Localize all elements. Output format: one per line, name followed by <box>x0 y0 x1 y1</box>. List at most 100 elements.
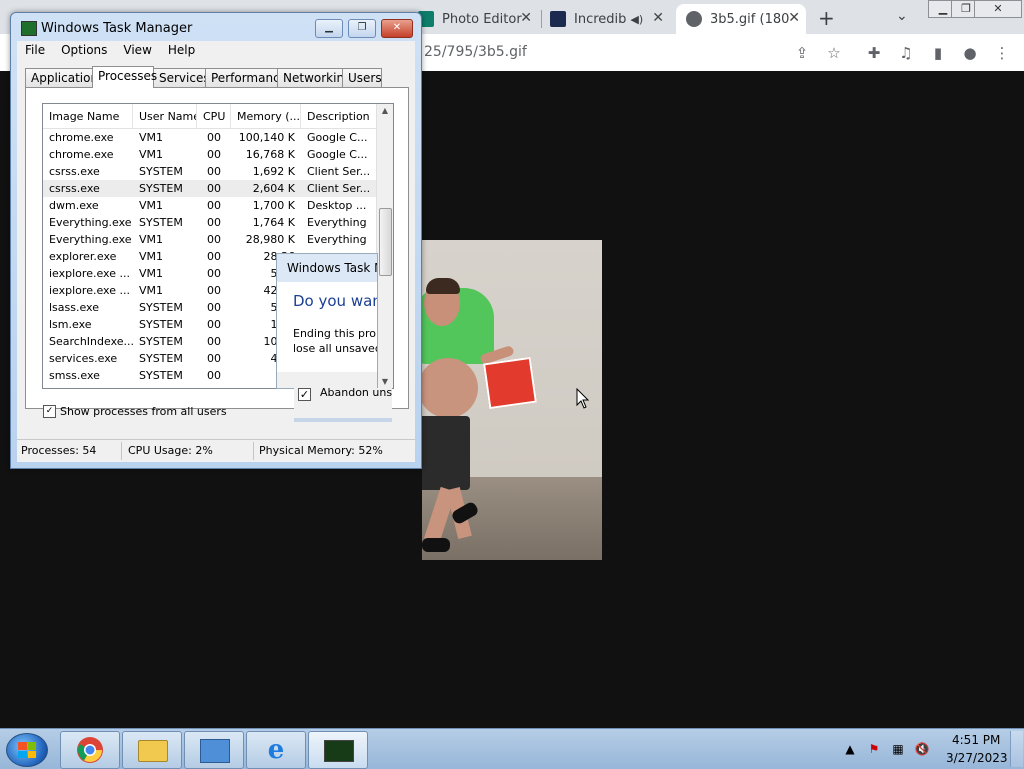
table-row[interactable]: Everything.exe VM1 00 28,980 K Everything <box>43 231 377 248</box>
extensions-puzzle-icon[interactable]: ✚ <box>864 43 884 63</box>
image-name-cell: Everything.exe <box>49 216 132 229</box>
user-name-cell: SYSTEM <box>139 335 183 348</box>
profile-avatar-icon[interactable]: ● <box>960 43 980 63</box>
tab-3b5-gif[interactable]: 3b5.gif (180 ✕ <box>676 4 806 34</box>
description-cell: Everything <box>307 233 367 246</box>
table-row[interactable]: chrome.exe VM1 00 16,768 K Google C... <box>43 146 377 163</box>
column-user-name[interactable]: User Name <box>133 104 197 128</box>
vertical-scrollbar[interactable]: ▲ ▼ <box>376 104 393 388</box>
dialog-title: Windows Task M <box>277 254 377 282</box>
user-name-cell: VM1 <box>139 148 164 161</box>
abandon-unsaved-checkbox[interactable]: ✓ Abandon unsa <box>294 388 392 422</box>
tab-processes[interactable]: Processes <box>92 66 157 88</box>
status-bar: Processes: 54 CPU Usage: 2% Physical Mem… <box>17 439 415 462</box>
cpu-cell: 00 <box>207 335 221 348</box>
description-cell: Client Ser... <box>307 182 371 195</box>
menu-bar: File Options View Help <box>17 41 415 61</box>
show-all-users-label: Show processes from all users <box>60 405 227 418</box>
user-name-cell: SYSTEM <box>139 352 183 365</box>
speaker-icon[interactable]: ◀) <box>630 13 643 26</box>
table-row[interactable]: chrome.exe VM1 00 100,140 K Google C... <box>43 129 377 146</box>
cpu-cell: 00 <box>207 131 221 144</box>
cpu-cell: 00 <box>207 216 221 229</box>
share-icon[interactable]: ⇪ <box>792 43 812 63</box>
control-panel-icon <box>200 739 230 763</box>
menu-options[interactable]: Options <box>53 41 115 61</box>
menu-view[interactable]: View <box>115 41 159 61</box>
scroll-up-arrow-icon[interactable]: ▲ <box>377 106 393 115</box>
image-name-cell: lsass.exe <box>49 301 99 314</box>
chrome-menu-icon[interactable]: ⋮ <box>992 43 1012 63</box>
scroll-down-arrow-icon[interactable]: ▼ <box>377 377 393 386</box>
tab-services[interactable]: Services <box>153 68 210 87</box>
taskbar-control-panel-button[interactable] <box>184 731 244 769</box>
tab-photo-editor[interactable]: Photo Editor ✕ <box>418 4 538 34</box>
folder-icon <box>138 740 168 762</box>
user-name-cell: VM1 <box>139 284 164 297</box>
table-row[interactable]: csrss.exe SYSTEM 00 1,692 K Client Ser... <box>43 163 377 180</box>
side-panel-icon[interactable]: ▮ <box>928 43 948 63</box>
network-icon[interactable]: ▦ <box>890 741 906 757</box>
address-bar-url[interactable]: 25/795/3b5.gif <box>424 44 527 60</box>
checkbox-checked-icon[interactable]: ✓ <box>43 405 56 418</box>
column-description[interactable]: Description <box>301 104 377 128</box>
close-tab-icon[interactable]: ✕ <box>652 10 664 26</box>
checkbox-checked-icon[interactable]: ✓ <box>298 388 311 401</box>
tab-search-button[interactable]: ⌄ <box>896 8 908 24</box>
taskbar-chrome-button[interactable] <box>60 731 120 769</box>
tab-separator <box>541 10 542 28</box>
cpu-cell: 00 <box>207 284 221 297</box>
show-all-users-checkbox[interactable]: ✓ Show processes from all users <box>43 405 227 418</box>
taskbar-task-manager-button[interactable] <box>308 731 368 769</box>
column-image-name[interactable]: Image Name <box>43 104 133 128</box>
end-process-dialog: Windows Task M Do you wan Ending this pr… <box>276 253 378 389</box>
column-memory[interactable]: Memory (... <box>231 104 301 128</box>
memory-cell: 100,140 K <box>238 131 295 144</box>
show-desktop-button[interactable] <box>1010 731 1023 767</box>
user-name-cell: SYSTEM <box>139 318 183 331</box>
memory-cell: 1,692 K <box>252 165 295 178</box>
media-control-icon[interactable]: ♫ <box>896 43 916 63</box>
column-cpu[interactable]: CPU <box>197 104 231 128</box>
tab-incredibox[interactable]: Incredib ◀) ✕ <box>550 4 670 34</box>
tab-performance[interactable]: Performance <box>205 68 287 87</box>
status-physical-memory: Physical Memory: 52% <box>259 444 383 457</box>
dialog-message-line1: Ending this pro <box>293 327 376 340</box>
clock-time[interactable]: 4:51 PM <box>952 733 1000 747</box>
close-tab-icon[interactable]: ✕ <box>520 10 532 26</box>
tab-users[interactable]: Users <box>342 68 382 87</box>
scroll-thumb[interactable] <box>379 208 392 276</box>
user-name-cell: SYSTEM <box>139 165 183 178</box>
minimize-button[interactable]: ▁ <box>315 19 343 38</box>
cpu-cell: 00 <box>207 301 221 314</box>
taskbar-file-explorer-button[interactable] <box>122 731 182 769</box>
start-button[interactable] <box>6 733 48 767</box>
tab-applications[interactable]: Applications <box>25 68 104 87</box>
new-tab-button[interactable]: + <box>818 6 835 30</box>
table-row[interactable]: Everything.exe SYSTEM 00 1,764 K Everything <box>43 214 377 231</box>
show-hidden-icons-arrow-icon[interactable]: ▲ <box>842 741 858 757</box>
status-cpu-usage: CPU Usage: 2% <box>128 444 213 457</box>
maximize-button[interactable]: ❐ <box>348 19 376 38</box>
image-name-cell: Everything.exe <box>49 233 132 246</box>
table-row[interactable]: dwm.exe VM1 00 1,700 K Desktop ... <box>43 197 377 214</box>
user-name-cell: SYSTEM <box>139 216 183 229</box>
image-name-cell: chrome.exe <box>49 131 114 144</box>
menu-help[interactable]: Help <box>160 41 203 61</box>
description-cell: Google C... <box>307 148 368 161</box>
table-row-selected[interactable]: csrss.exe SYSTEM 00 2,604 K Client Ser... <box>43 180 377 197</box>
tab-label: 3b5.gif (180 <box>710 11 790 27</box>
taskbar-internet-explorer-button[interactable]: e <box>246 731 306 769</box>
browser-close-button[interactable]: ✕ <box>974 0 1022 18</box>
user-name-cell: VM1 <box>139 233 164 246</box>
volume-muted-icon[interactable]: 🔇 <box>914 741 930 757</box>
close-button[interactable]: ✕ <box>381 19 413 38</box>
close-tab-icon[interactable]: ✕ <box>788 10 800 26</box>
status-processes: Processes: 54 <box>21 444 97 457</box>
tab-networking[interactable]: Networking <box>277 68 352 87</box>
image-name-cell: csrss.exe <box>49 182 100 195</box>
clock-date[interactable]: 3/27/2023 <box>946 751 1008 765</box>
action-center-flag-icon[interactable]: ⚑ <box>866 741 882 757</box>
menu-file[interactable]: File <box>17 41 53 61</box>
bookmark-star-icon[interactable]: ☆ <box>824 43 844 63</box>
